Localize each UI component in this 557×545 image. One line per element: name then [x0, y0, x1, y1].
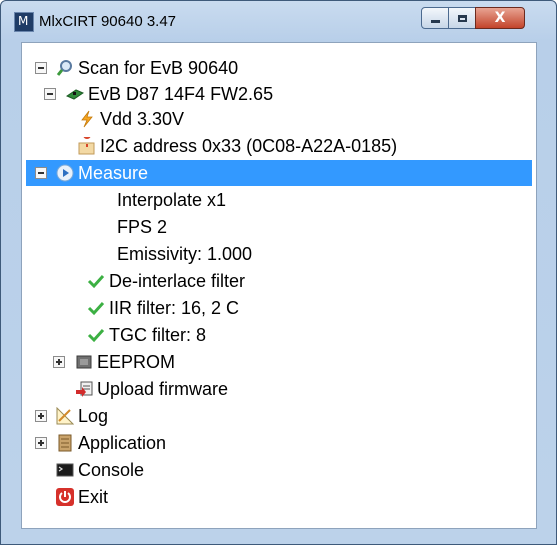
tree-item-label: Measure — [78, 162, 149, 183]
tree-item-exit[interactable]: Exit — [56, 484, 108, 510]
tree-item-label: Console — [78, 459, 145, 480]
tree-item-evb[interactable]: EvB D87 14F4 FW2.65 — [65, 81, 274, 107]
minimize-icon — [430, 20, 440, 23]
search-icon — [56, 59, 74, 77]
chip-icon — [75, 353, 93, 371]
tree-item-i2c-address[interactable]: I2C address 0x33 (0C08-A22A-0185) — [78, 131, 398, 159]
tree-item-label: De-interlace filter — [109, 270, 246, 291]
console-icon — [56, 461, 74, 479]
tree-item-fps[interactable]: FPS 2 — [117, 214, 167, 240]
tree-item-label: Interpolate x1 — [117, 189, 227, 210]
tree-item-label: Exit — [78, 486, 109, 507]
power-icon — [56, 488, 74, 506]
tree-item-emissivity[interactable]: Emissivity: 1.000 — [117, 241, 252, 267]
tree-item-label: Log — [78, 405, 109, 426]
application-icon — [56, 434, 74, 452]
close-icon: X — [494, 10, 506, 26]
tree-item-label: EvB D87 14F4 FW2.65 — [88, 83, 274, 104]
maximize-button[interactable] — [448, 7, 476, 29]
tree-item-application[interactable]: Application — [56, 430, 166, 456]
check-icon — [87, 299, 105, 317]
play-icon — [56, 164, 74, 182]
tree-item-label: TGC filter: 8 — [109, 324, 207, 345]
tree-item-label: I2C address 0x33 (0C08-A22A-0185) — [100, 135, 398, 156]
tree-item-eeprom[interactable]: EEPROM — [75, 349, 175, 375]
app-icon: M — [14, 12, 34, 32]
tree-item-tgc-filter[interactable]: TGC filter: 8 — [87, 322, 206, 348]
minimize-button[interactable] — [421, 7, 449, 29]
tree-item-label: Upload firmware — [97, 378, 229, 399]
collapse-toggle-measure[interactable] — [35, 167, 47, 179]
collapse-toggle-scan[interactable] — [35, 62, 47, 74]
tree-item-vdd[interactable]: Vdd 3.30V — [78, 106, 184, 132]
expand-toggle-application[interactable] — [35, 437, 47, 449]
window-title: MlxCIRT 90640 3.47 — [39, 13, 177, 30]
tree-item-interpolate[interactable]: Interpolate x1 — [117, 187, 226, 213]
lightning-icon — [78, 110, 96, 128]
upload-firmware-icon — [75, 380, 93, 398]
check-icon — [87, 326, 105, 344]
expand-toggle-log[interactable] — [35, 410, 47, 422]
app-window: M MlxCIRT 90640 3.47 X Scan for EvB 9064… — [0, 0, 557, 545]
tree-item-deinterlace-filter[interactable]: De-interlace filter — [87, 268, 245, 294]
tree-item-label: Vdd 3.30V — [100, 108, 185, 129]
tree-item-measure[interactable]: Measure — [26, 160, 532, 186]
tree-item-label: Application — [78, 432, 167, 453]
tree-view[interactable]: Scan for EvB 90640 EvB D87 14F4 FW2.65 V… — [21, 42, 537, 529]
log-icon — [56, 406, 75, 425]
tree-item-upload-firmware[interactable]: Upload firmware — [75, 376, 228, 402]
check-icon — [87, 272, 105, 290]
close-button[interactable]: X — [475, 7, 525, 29]
address-icon — [78, 131, 96, 155]
expand-toggle-eeprom[interactable] — [53, 356, 65, 368]
tree-item-label: FPS 2 — [117, 216, 168, 237]
collapse-toggle-evb[interactable] — [44, 88, 56, 100]
tree-item-label: Scan for EvB 90640 — [78, 57, 239, 78]
tree-item-label: Emissivity: 1.000 — [117, 243, 253, 264]
tree-item-label: IIR filter: 16, 2 C — [109, 297, 240, 318]
maximize-icon — [457, 14, 467, 22]
tree-item-console[interactable]: Console — [56, 457, 144, 483]
tree-item-iir-filter[interactable]: IIR filter: 16, 2 C — [87, 295, 239, 321]
tree-item-label: EEPROM — [97, 351, 176, 372]
tree-item-log[interactable]: Log — [56, 403, 108, 429]
board-icon — [65, 85, 85, 103]
tree-item-scan[interactable]: Scan for EvB 90640 — [56, 55, 238, 81]
title-bar[interactable]: M MlxCIRT 90640 3.47 X — [1, 1, 556, 41]
